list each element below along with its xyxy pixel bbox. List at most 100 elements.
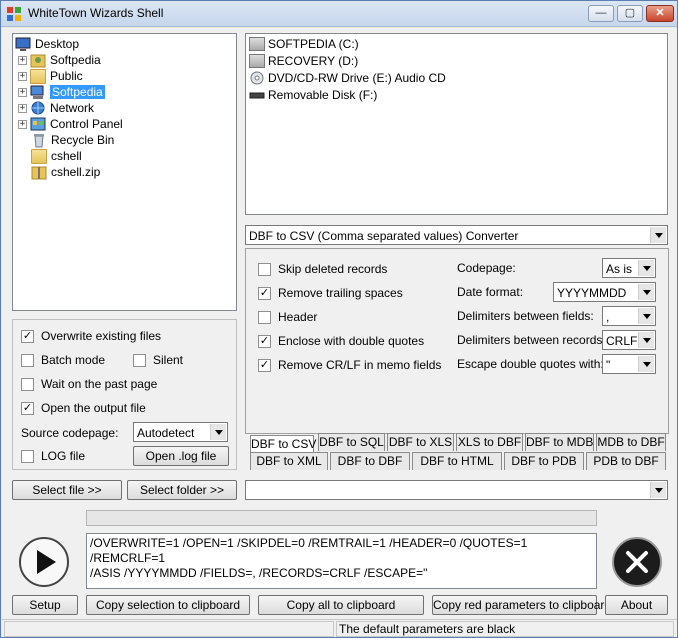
checkbox-box[interactable]: ✓ <box>21 329 34 343</box>
exit-button[interactable] <box>611 536 663 588</box>
checkbox-box[interactable] <box>258 262 271 276</box>
checkbox-box[interactable]: ✓ <box>258 358 271 372</box>
tree-item-softpedia-user[interactable]: + Softpedia <box>18 52 101 68</box>
tree-item-computer[interactable]: + Softpedia <box>18 84 105 100</box>
cd-drive-icon <box>250 71 264 85</box>
chevron-down-icon[interactable] <box>638 332 654 348</box>
tab-dbf-to-xml[interactable]: DBF to XML <box>250 452 328 470</box>
tree-item-cshell[interactable]: cshell <box>31 148 82 164</box>
tab-dbf-to-html[interactable]: DBF to HTML <box>412 452 502 470</box>
checkbox-label: Wait on the past page <box>41 377 158 391</box>
overwrite-checkbox[interactable]: ✓ Overwrite existing files <box>21 329 161 343</box>
maximize-button[interactable]: ▢ <box>617 5 643 22</box>
converter-select[interactable]: DBF to CSV (Comma separated values) Conv… <box>245 225 668 245</box>
chevron-down-icon[interactable] <box>650 482 666 498</box>
tab-dbf-to-xls[interactable]: DBF to XLS <box>387 433 454 451</box>
checkbox-label: LOG file <box>41 449 86 463</box>
tab-dbf-to-pdb[interactable]: DBF to PDB <box>504 452 584 470</box>
drive-item-c[interactable]: SOFTPEDIA (C:) <box>249 36 359 52</box>
checkbox-box[interactable] <box>21 377 34 391</box>
checkbox-box[interactable]: ✓ <box>258 334 271 348</box>
setup-button[interactable]: Setup <box>12 595 78 615</box>
chevron-down-icon[interactable] <box>650 227 666 243</box>
tab-dbf-to-mdb[interactable]: DBF to MDB <box>525 433 594 451</box>
drive-list[interactable]: SOFTPEDIA (C:) RECOVERY (D:) DVD/CD-RW D… <box>245 33 668 215</box>
delim-fields-value: , <box>606 310 610 324</box>
expand-icon[interactable]: + <box>18 103 27 113</box>
checkbox-box[interactable] <box>21 353 34 367</box>
select-file-button[interactable]: Select file >> <box>12 480 122 500</box>
status-text: The default parameters are black <box>336 621 674 637</box>
checkbox-box[interactable] <box>258 310 271 324</box>
remove-crlf-checkbox[interactable]: ✓ Remove CR/LF in memo fields <box>258 358 441 372</box>
tree-item-network[interactable]: + Network <box>18 100 94 116</box>
drive-item-d[interactable]: RECOVERY (D:) <box>249 53 358 69</box>
tree-item-label: Desktop <box>35 37 80 51</box>
delim-records-label: Delimiters between records: <box>457 333 606 347</box>
open-log-button[interactable]: Open .log file <box>133 446 229 466</box>
source-codepage-select[interactable]: Autodetect <box>133 422 228 442</box>
tree-item-label: Public <box>50 69 83 83</box>
about-button[interactable]: About <box>605 595 668 615</box>
drive-item-e[interactable]: DVD/CD-RW Drive (E:) Audio CD <box>249 70 446 86</box>
enclose-quotes-checkbox[interactable]: ✓ Enclose with double quotes <box>258 334 424 348</box>
codepage-select[interactable]: As is <box>602 258 656 278</box>
chevron-down-icon[interactable] <box>638 356 654 372</box>
close-button[interactable]: ✕ <box>646 5 674 22</box>
expand-icon[interactable]: + <box>18 71 27 81</box>
tree-item-recycle-bin[interactable]: Recycle Bin <box>31 132 114 148</box>
desktop-icon <box>15 37 31 51</box>
minimize-button[interactable]: — <box>588 5 614 22</box>
drive-item-f[interactable]: Removable Disk (F:) <box>249 87 377 103</box>
copy-selection-button[interactable]: Copy selection to clipboard <box>86 595 250 615</box>
computer-icon <box>30 85 44 99</box>
tab-dbf-to-sql[interactable]: DBF to SQL <box>318 433 385 451</box>
tab-mdb-to-dbf[interactable]: MDB to DBF <box>596 433 666 451</box>
copy-red-button[interactable]: Copy red parameters to clipboard <box>432 595 611 615</box>
path-select[interactable] <box>245 480 668 500</box>
expand-icon[interactable]: + <box>18 87 27 97</box>
silent-checkbox[interactable]: Silent <box>133 353 183 367</box>
tab-pdb-to-dbf[interactable]: PDB to DBF <box>586 452 666 470</box>
date-format-label: Date format: <box>457 285 524 299</box>
chevron-down-icon[interactable] <box>638 284 654 300</box>
open-output-checkbox[interactable]: ✓ Open the output file <box>21 401 146 415</box>
tree-item-label: Network <box>50 101 95 115</box>
command-line-text[interactable]: /OVERWRITE=1 /OPEN=1 /SKIPDEL=0 /REMTRAI… <box>86 533 597 589</box>
batch-mode-checkbox[interactable]: Batch mode <box>21 353 105 367</box>
chevron-down-icon[interactable] <box>210 424 226 440</box>
run-button[interactable] <box>18 536 70 588</box>
checkbox-box[interactable]: ✓ <box>21 401 34 415</box>
folder-tree[interactable]: Desktop + Softpedia + Public + Softpedia… <box>12 33 237 311</box>
tree-item-label: cshell.zip <box>51 165 101 179</box>
chevron-down-icon[interactable] <box>638 260 654 276</box>
select-folder-button[interactable]: Select folder >> <box>127 480 237 500</box>
tree-item-cshell-zip[interactable]: cshell.zip <box>31 164 100 180</box>
checkbox-label: Skip deleted records <box>278 262 388 276</box>
expand-icon[interactable]: + <box>18 119 27 129</box>
tab-dbf-to-csv[interactable]: DBF to CSV <box>250 435 316 453</box>
escape-select[interactable]: " <box>602 354 656 374</box>
tree-item-control-panel[interactable]: + Control Panel <box>18 116 123 132</box>
checkbox-box[interactable] <box>21 449 34 463</box>
remove-trailing-checkbox[interactable]: ✓ Remove trailing spaces <box>258 286 403 300</box>
log-file-checkbox[interactable]: LOG file <box>21 449 85 463</box>
tree-item-public[interactable]: + Public <box>18 68 83 84</box>
copy-all-button[interactable]: Copy all to clipboard <box>258 595 424 615</box>
delim-records-select[interactable]: CRLF <box>602 330 656 350</box>
expand-icon[interactable]: + <box>18 55 27 65</box>
tab-dbf-to-dbf[interactable]: DBF to DBF <box>330 452 410 470</box>
checkbox-box[interactable]: ✓ <box>258 286 271 300</box>
header-checkbox[interactable]: Header <box>258 310 317 324</box>
wait-checkbox[interactable]: Wait on the past page <box>21 377 157 391</box>
removable-disk-icon <box>249 92 265 99</box>
date-format-select[interactable]: YYYYMMDD <box>553 282 656 302</box>
checkbox-box[interactable] <box>133 353 146 367</box>
skip-deleted-checkbox[interactable]: Skip deleted records <box>258 262 387 276</box>
tree-item-desktop[interactable]: Desktop <box>15 36 79 52</box>
tab-xls-to-dbf[interactable]: XLS to DBF <box>456 433 523 451</box>
tree-item-label: Recycle Bin <box>51 133 115 147</box>
delim-fields-select[interactable]: , <box>602 306 656 326</box>
chevron-down-icon[interactable] <box>638 308 654 324</box>
drive-label: Removable Disk (F:) <box>268 88 378 102</box>
